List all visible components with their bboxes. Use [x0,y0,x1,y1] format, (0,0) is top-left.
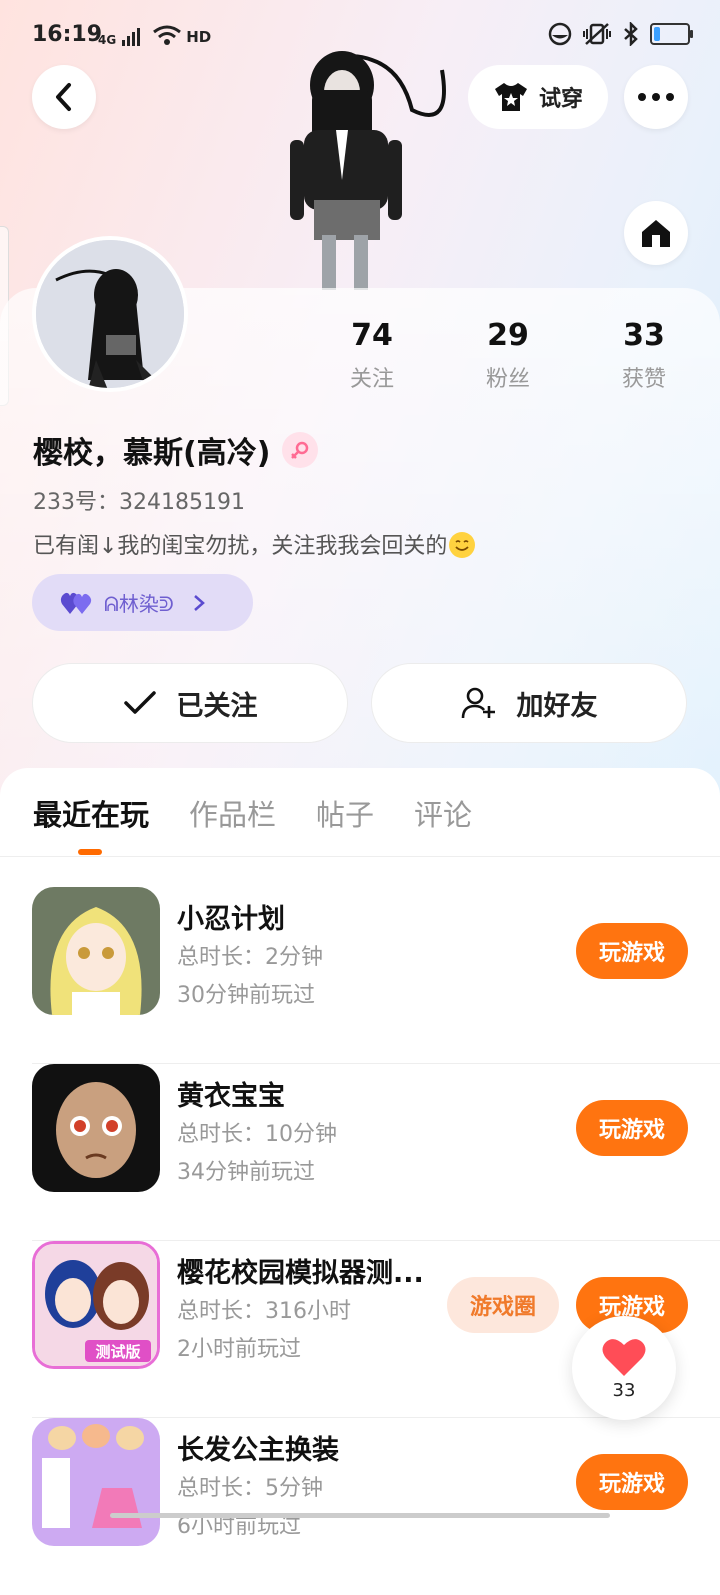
game-title: 樱花校园模拟器测... [177,1258,424,1289]
play-game-button[interactable]: 玩游戏 [576,923,688,979]
signal-icons: 4G HD [98,24,211,46]
avatar-image [36,240,184,388]
eye-comfort-icon [548,22,572,46]
user-id: 233号：324185191 [33,490,245,515]
game-title: 长发公主换装 [177,1435,339,1466]
game-row[interactable]: 小忍计划 总时长：2分钟 30分钟前玩过 玩游戏 [32,887,720,1064]
home-button[interactable] [624,201,688,265]
tab-active-indicator [78,849,102,855]
add-user-icon [461,687,495,719]
stat-following[interactable]: 74 关注 [317,318,427,393]
profile-tabs: 最近在玩 作品栏 帖子 评论 [0,768,720,857]
game-icon [32,887,160,1015]
game-icon [32,1418,160,1546]
female-icon [282,432,319,468]
tab-comments[interactable]: 评论 [414,792,472,834]
tab-works[interactable]: 作品栏 [189,792,276,834]
back-button[interactable] [32,65,96,129]
name-row: 樱校，慕斯(高冷) [33,428,319,472]
following-button[interactable]: 已关注 [32,663,348,743]
game-icon-badge: 测试版 [95,1343,140,1361]
user-name: 樱校，慕斯(高冷) [33,436,271,471]
wifi-icon [153,25,182,45]
game-row[interactable]: 黄衣宝宝 总时长：10分钟 34分钟前玩过 玩游戏 [32,1064,720,1241]
stat-value: 33 [623,318,665,353]
game-icon: 测试版 [32,1241,160,1369]
user-bio: 已有闺↓我的闺宝勿扰，关注我我会回关的 [33,528,476,560]
add-friend-button[interactable]: 加好友 [371,663,687,743]
heart-pair-icon [60,592,92,614]
stat-label: 关注 [349,367,394,392]
heart-icon [602,1338,646,1376]
game-icon [32,1064,160,1192]
play-game-button[interactable]: 玩游戏 [576,1100,688,1156]
tab-posts[interactable]: 帖子 [316,792,374,834]
smile-emoji-icon [449,532,476,558]
tab-recent-play[interactable]: 最近在玩 [33,792,149,834]
network-type: 4G [98,33,117,47]
character-avatar-3d [290,51,446,290]
game-last-played: 34分钟前玩过 [177,1160,315,1185]
play-game-button[interactable]: 玩游戏 [576,1454,688,1510]
bluetooth-icon [624,22,638,46]
stat-likes[interactable]: 33 获赞 [589,318,699,393]
game-row[interactable]: 长发公主换装 总时长：5分钟 6小时前玩过 玩游戏 [32,1418,688,1595]
following-label: 已关注 [176,690,258,722]
bestie-name: ᕱ林染ᕲ [104,592,174,616]
shirt-icon [494,83,527,111]
like-count: 33 [612,1379,636,1401]
hd-badge: HD [186,28,212,46]
game-duration: 总时长：5分钟 [177,1476,323,1501]
avatar[interactable] [32,236,188,392]
more-dots-icon [638,93,674,101]
chevron-right-icon [193,594,205,611]
try-on-button[interactable]: 试穿 [468,65,608,129]
game-last-played: 30分钟前玩过 [177,983,315,1008]
battery-icon [650,23,693,45]
vibrate-icon [583,23,611,45]
more-button[interactable] [624,65,688,129]
status-time: 16:19 [32,22,103,47]
add-friend-label: 加好友 [516,690,598,722]
signal-icon [122,28,141,46]
stat-fans[interactable]: 29 粉丝 [453,318,563,393]
stat-label: 粉丝 [485,367,530,392]
bio-text: 已有闺↓我的闺宝勿扰，关注我我会回关的 [33,534,448,559]
chevron-left-icon [56,83,71,111]
floating-like-button[interactable]: 33 [572,1316,676,1420]
home-indicator[interactable] [110,1513,610,1518]
stat-value: 29 [487,318,529,353]
game-duration: 总时长：10分钟 [177,1122,337,1147]
game-duration: 总时长：316小时 [177,1299,351,1324]
game-circle-button[interactable]: 游戏圈 [447,1277,559,1333]
stat-value: 74 [351,318,393,353]
bestie-tag[interactable]: ᕱ林染ᕲ [32,574,253,631]
stat-label: 获赞 [621,367,666,392]
check-icon [123,691,156,714]
try-on-label: 试穿 [538,87,583,112]
game-last-played: 2小时前玩过 [177,1337,301,1362]
game-duration: 总时长：2分钟 [177,945,323,970]
game-title: 黄衣宝宝 [177,1081,285,1112]
home-icon [642,220,670,247]
game-title: 小忍计划 [177,904,285,935]
